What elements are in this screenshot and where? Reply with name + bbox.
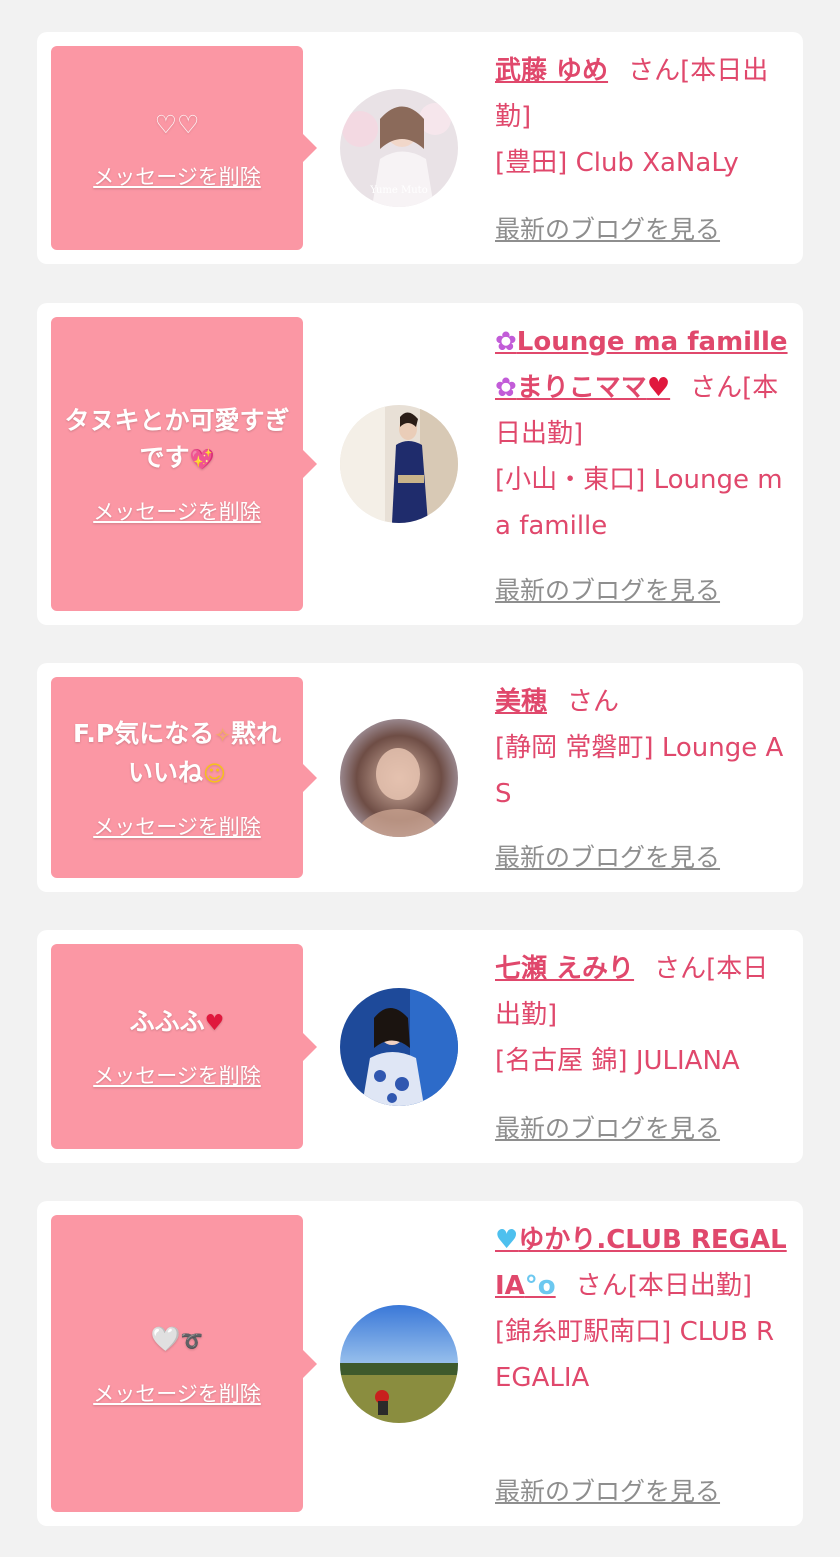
san-label: さん [690, 373, 743, 403]
delete-message-link[interactable]: メッセージを削除 [93, 1378, 261, 1408]
delete-message-link[interactable]: メッセージを削除 [93, 161, 261, 191]
loop-icon: ➰ [180, 1330, 204, 1352]
latest-blog-link[interactable]: 最新のブログを見る [495, 1472, 720, 1508]
flower-icon: ✿ [495, 327, 517, 357]
message-text: タヌキとか可愛すぎです💖 [64, 406, 290, 472]
member-info: 七瀬 えみり さん[本日出勤] [名古屋 錦] JULIANA 最新のブログを見る [495, 946, 789, 1149]
latest-blog-link[interactable]: 最新のブログを見る [495, 838, 720, 874]
blue-heart-icon: ♥ [495, 1225, 519, 1255]
san-label: さん [575, 1271, 628, 1301]
area-label: [名古屋 錦] [495, 1046, 628, 1076]
area-label: [豊田] [495, 148, 568, 178]
avatar[interactable]: Yume Muto [340, 89, 458, 207]
avatar[interactable] [340, 987, 458, 1106]
san-label: さん [567, 687, 620, 717]
message-bubble: タヌキとか可愛すぎです💖 メッセージを削除 [51, 317, 317, 611]
club-name: JULIANA [635, 1046, 740, 1076]
member-name-link[interactable]: 武藤 ゆめ [495, 56, 608, 86]
white-heart-icon: 🤍 [150, 1324, 181, 1353]
message-card: F.P気になる✧黙れいいね☺ メッセージを削除 美穂 さん [静岡 常磐町] Lo… [37, 663, 803, 892]
member-info: 武藤 ゆめ さん[本日出勤] [豊田] Club XaNaLy 最新のブログを見る [495, 48, 789, 250]
message-text: ♡♡ [154, 109, 200, 139]
delete-message-link[interactable]: メッセージを削除 [93, 811, 261, 841]
member-name-link[interactable]: 美穂 [495, 687, 547, 717]
laughing-face-icon: ☺ [203, 761, 226, 787]
member-info: 美穂 さん [静岡 常磐町] Lounge AS 最新のブログを見る [495, 679, 789, 878]
member-info: ✿Lounge ma famille ✿まりこママ♥ さん[本日出勤] [小山・東口… [495, 319, 789, 611]
message-bubble: 🤍➰ メッセージを削除 [51, 1215, 317, 1512]
delete-message-link[interactable]: メッセージを削除 [93, 1060, 261, 1090]
avatar[interactable] [340, 405, 458, 523]
heart-icon: ♥ [646, 373, 671, 403]
message-text: 🤍➰ [141, 1320, 213, 1360]
avatar[interactable] [340, 1304, 458, 1423]
san-label: さん [654, 954, 707, 984]
avatar-watermark: Yume Muto [369, 185, 427, 196]
club-name: Club XaNaLy [575, 148, 739, 178]
message-card: タヌキとか可愛すぎです💖 メッセージを削除 ✿Lounge ma famille… [37, 303, 803, 625]
latest-blog-link[interactable]: 最新のブログを見る [495, 1109, 720, 1145]
flower-icon: ✿ [495, 373, 517, 403]
delete-message-link[interactable]: メッセージを削除 [93, 496, 261, 526]
heart-icon: ♥ [204, 1011, 225, 1036]
message-text: ふふふ♥ [129, 1007, 225, 1036]
area-label: [小山・東口] [495, 465, 646, 495]
san-label: さん [628, 56, 681, 86]
avatar[interactable] [340, 718, 458, 837]
attendance-status: [本日出勤] [627, 1271, 752, 1301]
message-card: ♡♡ メッセージを削除 Yume Muto 武藤 ゆめ さん[本日出勤] [豊田]… [37, 32, 803, 264]
latest-blog-link[interactable]: 最新のブログを見る [495, 210, 720, 246]
message-bubble: F.P気になる✧黙れいいね☺ メッセージを削除 [51, 677, 317, 878]
message-card: 🤍➰ メッセージを削除 ♥ゆかり.CLUB REGALIA°o さん[本日出勤] … [37, 1201, 803, 1526]
member-name-link[interactable]: 七瀬 えみり [495, 954, 634, 984]
bubbles-icon: °o [524, 1271, 556, 1301]
message-bubble: ふふふ♥ メッセージを削除 [51, 944, 317, 1149]
message-bubble: ♡♡ メッセージを削除 [51, 46, 317, 250]
area-label: [錦糸町駅南口] [495, 1317, 672, 1347]
message-text: F.P気になる✧黙れいいね☺ [72, 718, 281, 787]
member-info: ♥ゆかり.CLUB REGALIA°o さん[本日出勤] [錦糸町駅南口] CLU… [495, 1217, 789, 1512]
latest-blog-link[interactable]: 最新のブログを見る [495, 571, 720, 607]
message-card: ふふふ♥ メッセージを削除 七瀬 えみり さん[本日出勤] [名古屋 錦] JUL… [37, 930, 803, 1163]
sparkling-heart-icon: 💖 [189, 447, 215, 471]
confetti-icon: ✧ [214, 722, 231, 747]
area-label: [静岡 常磐町] [495, 733, 654, 763]
